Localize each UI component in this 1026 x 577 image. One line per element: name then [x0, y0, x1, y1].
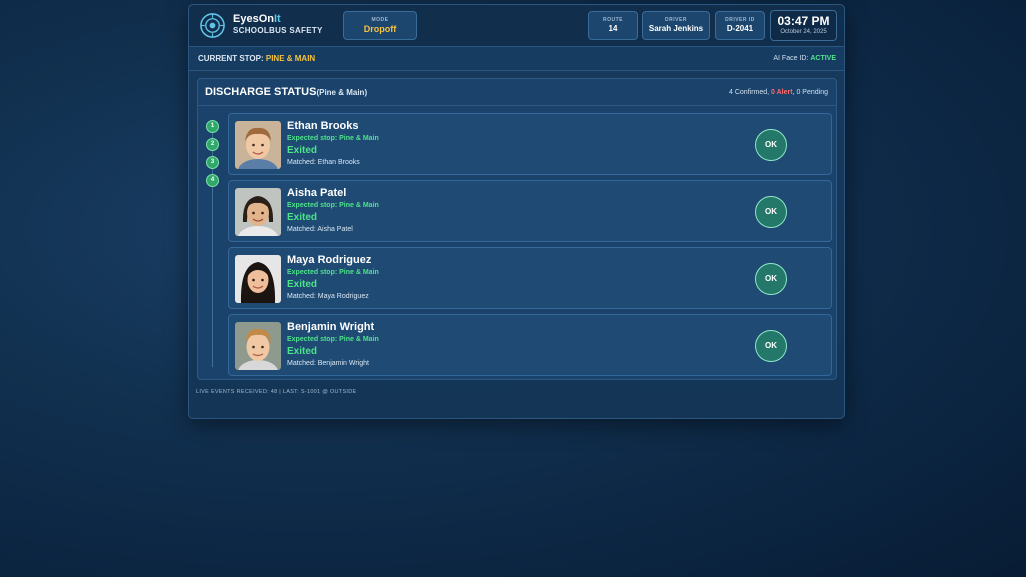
driver-value: Sarah Jenkins	[648, 24, 704, 33]
expected-stop: Expected stop: Pine & Main	[287, 269, 379, 276]
brand-name-part: EyesOn	[233, 13, 274, 25]
brand-name-accent: It	[273, 13, 281, 25]
driver-box: DRIVER Sarah Jenkins	[642, 11, 710, 40]
student-card: Aisha Patel Expected stop: Pine & Main E…	[228, 180, 832, 242]
mode-value: Dropoff	[363, 24, 397, 34]
current-stop: CURRENT STOP: PINE & MAIN	[198, 54, 315, 63]
timeline-dot: 3	[206, 156, 219, 169]
match-result: Matched: Maya Rodriguez	[287, 293, 369, 300]
student-name: Benjamin Wright	[287, 321, 375, 333]
driver-id-value: D-2041	[726, 24, 754, 33]
student-card: Benjamin Wright Expected stop: Pine & Ma…	[228, 314, 832, 376]
face-id-value: ACTIVE	[810, 55, 836, 62]
student-status: Exited	[287, 145, 318, 156]
timeline-dot: 2	[206, 138, 219, 151]
student-card: Ethan Brooks Expected stop: Pine & Main …	[228, 113, 832, 175]
timeline-dot: 1	[206, 120, 219, 133]
student-photo	[235, 322, 281, 370]
discharge-status-panel: DISCHARGE STATUS(Pine & Main) 4 Confirme…	[197, 78, 837, 380]
timeline-dot: 4	[206, 174, 219, 187]
main-panel: EyesOnIt SCHOOLBUS SAFETY MODE Dropoff R…	[188, 4, 845, 419]
clock-date: October 24, 2025	[780, 29, 827, 35]
student-name: Maya Rodriguez	[287, 254, 372, 266]
ok-button[interactable]: OK	[755, 129, 787, 161]
face-id-status: AI Face ID: ACTIVE	[773, 55, 836, 62]
match-result: Matched: Benjamin Wright	[287, 360, 369, 367]
student-status: Exited	[287, 212, 318, 223]
match-result: Matched: Ethan Brooks	[287, 159, 360, 166]
student-photo	[235, 188, 281, 236]
face-id-label: AI Face ID:	[773, 55, 809, 62]
route-value: 14	[608, 24, 618, 33]
current-stop-value: PINE & MAIN	[265, 54, 316, 63]
header-bar: EyesOnIt SCHOOLBUS SAFETY MODE Dropoff R…	[189, 5, 844, 47]
student-status: Exited	[287, 279, 318, 290]
expected-stop: Expected stop: Pine & Main	[287, 336, 379, 343]
route-label: ROUTE	[603, 17, 623, 23]
ok-button[interactable]: OK	[755, 196, 787, 228]
eye-logo-icon	[200, 13, 225, 38]
divider	[198, 105, 836, 106]
clock: 03:47 PM October 24, 2025	[770, 10, 837, 41]
driver-id-label: DRIVER ID	[725, 17, 755, 23]
route-box: ROUTE 14	[588, 11, 638, 40]
driver-label: DRIVER	[665, 17, 687, 23]
discharge-subtitle: (Pine & Main)	[316, 88, 368, 97]
confirmed-count: 4 Confirmed,	[729, 89, 770, 96]
current-stop-label: CURRENT STOP:	[198, 54, 264, 63]
brand: EyesOnIt SCHOOLBUS SAFETY	[233, 13, 323, 37]
student-photo	[235, 255, 281, 303]
match-result: Matched: Aisha Patel	[287, 226, 353, 233]
discharge-summary: 4 Confirmed, 0 Alert, 0 Pending	[729, 89, 828, 96]
mode-label: MODE	[371, 17, 389, 23]
student-photo	[235, 121, 281, 169]
student-name: Ethan Brooks	[287, 120, 359, 132]
ok-button[interactable]: OK	[755, 263, 787, 295]
student-card: Maya Rodriguez Expected stop: Pine & Mai…	[228, 247, 832, 309]
discharge-title: DISCHARGE STATUS(Pine & Main)	[205, 86, 367, 98]
expected-stop: Expected stop: Pine & Main	[287, 135, 379, 142]
discharge-title-text: DISCHARGE STATUS	[205, 86, 317, 98]
mode-selector[interactable]: MODE Dropoff	[343, 11, 417, 40]
ok-button[interactable]: OK	[755, 330, 787, 362]
driver-id-box: DRIVER ID D-2041	[715, 11, 765, 40]
live-events-footer: LIVE EVENTS RECEIVED: 48 | LAST: S-1001 …	[196, 389, 357, 395]
brand-name: EyesOnIt	[233, 13, 323, 25]
current-stop-bar: CURRENT STOP: PINE & MAIN AI Face ID: AC…	[189, 47, 844, 71]
student-name: Aisha Patel	[287, 187, 347, 199]
expected-stop: Expected stop: Pine & Main	[287, 202, 379, 209]
student-status: Exited	[287, 346, 318, 357]
pending-count: , 0 Pending	[792, 89, 828, 96]
clock-time: 03:47 PM	[777, 14, 830, 28]
alert-count: 0 Alert	[771, 89, 793, 96]
brand-subtitle: SCHOOLBUS SAFETY	[233, 26, 323, 35]
